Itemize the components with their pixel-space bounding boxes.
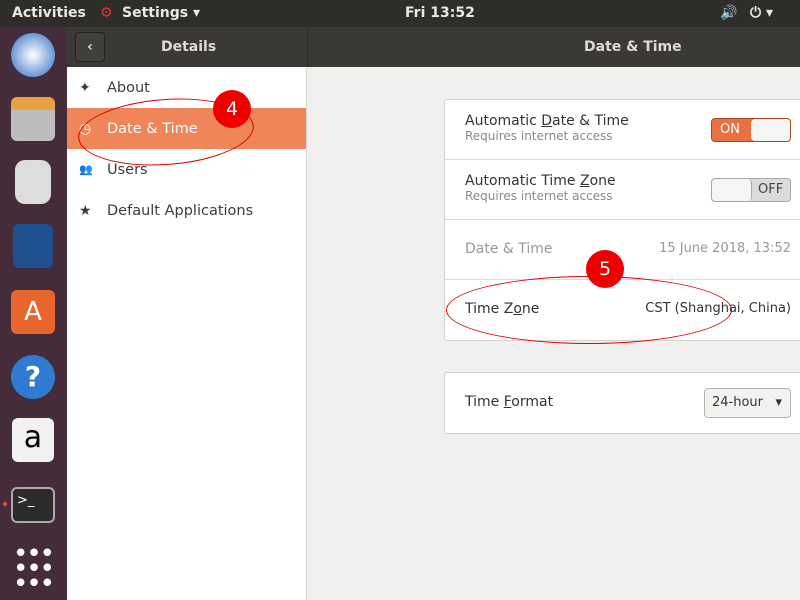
rhythmbox-icon[interactable]: [15, 160, 51, 204]
annotation-badge-5: 5: [586, 250, 624, 288]
sidebar-title: Details: [161, 39, 217, 55]
time-format-dropdown[interactable]: 24-hour ▾: [704, 388, 791, 418]
show-apps-icon[interactable]: ••• ••• •••: [11, 541, 55, 597]
terminal-icon[interactable]: >_: [11, 487, 55, 523]
automatic-time-zone-row: Automatic Time Zone Requires internet ac…: [445, 160, 800, 220]
time-format-row: Time Format 24-hour ▾: [445, 373, 800, 433]
time-format-label: Time Format: [465, 394, 554, 410]
star-icon: ★: [79, 202, 92, 219]
switch-state: OFF: [758, 182, 784, 197]
annotation-badge-4: 4: [213, 90, 251, 128]
clock[interactable]: Fri 13:52: [405, 5, 475, 21]
about-icon: ✦: [79, 79, 91, 96]
time-format-value: 24-hour: [712, 395, 764, 410]
automatic-date-time-row: Automatic Date & Time Requires internet …: [445, 100, 800, 160]
switch-state: ON: [720, 122, 740, 137]
chevron-down-icon: ▾: [775, 395, 782, 410]
app-menu[interactable]: Settings ▾: [122, 5, 200, 21]
annotation-ellipse-5: [446, 276, 732, 344]
automatic-date-time-switch[interactable]: ON: [711, 118, 791, 142]
date-time-value: 15 June 2018, 13:52: [659, 241, 791, 256]
back-button[interactable]: ‹: [75, 32, 105, 62]
page-title: Date & Time: [584, 39, 682, 55]
divider: [307, 27, 308, 67]
users-icon: 👥: [79, 163, 93, 176]
activities-button[interactable]: Activities: [12, 5, 86, 21]
files-icon[interactable]: [11, 97, 55, 141]
automatic-time-zone-switch[interactable]: OFF: [711, 178, 791, 202]
software-icon[interactable]: A: [11, 290, 55, 334]
top-bar: Activities ⚙ Settings ▾ Fri 13:52 🔊 ⏻ ▾: [0, 0, 800, 27]
sidebar-item-label: About: [107, 79, 150, 96]
running-indicator: [3, 502, 7, 506]
power-icon[interactable]: ⏻ ▾: [750, 5, 773, 21]
time-format-panel: Time Format 24-hour ▾: [444, 372, 800, 434]
writer-icon[interactable]: [13, 224, 53, 268]
dock: A ? a >_ ••• ••• •••: [0, 27, 67, 600]
amazon-icon[interactable]: a: [12, 418, 54, 462]
volume-icon[interactable]: 🔊: [720, 5, 737, 21]
app-name: Settings: [122, 5, 189, 21]
date-time-label: Date & Time: [465, 241, 553, 257]
thunderbird-icon[interactable]: [11, 33, 55, 77]
header-bar: ‹ Details Date & Time: [67, 27, 800, 67]
settings-gear-icon: ⚙: [100, 5, 113, 21]
sidebar-item-label: Default Applications: [107, 202, 254, 219]
help-icon[interactable]: ?: [11, 355, 55, 399]
sidebar-item-default-applications[interactable]: ★ Default Applications: [67, 190, 306, 231]
